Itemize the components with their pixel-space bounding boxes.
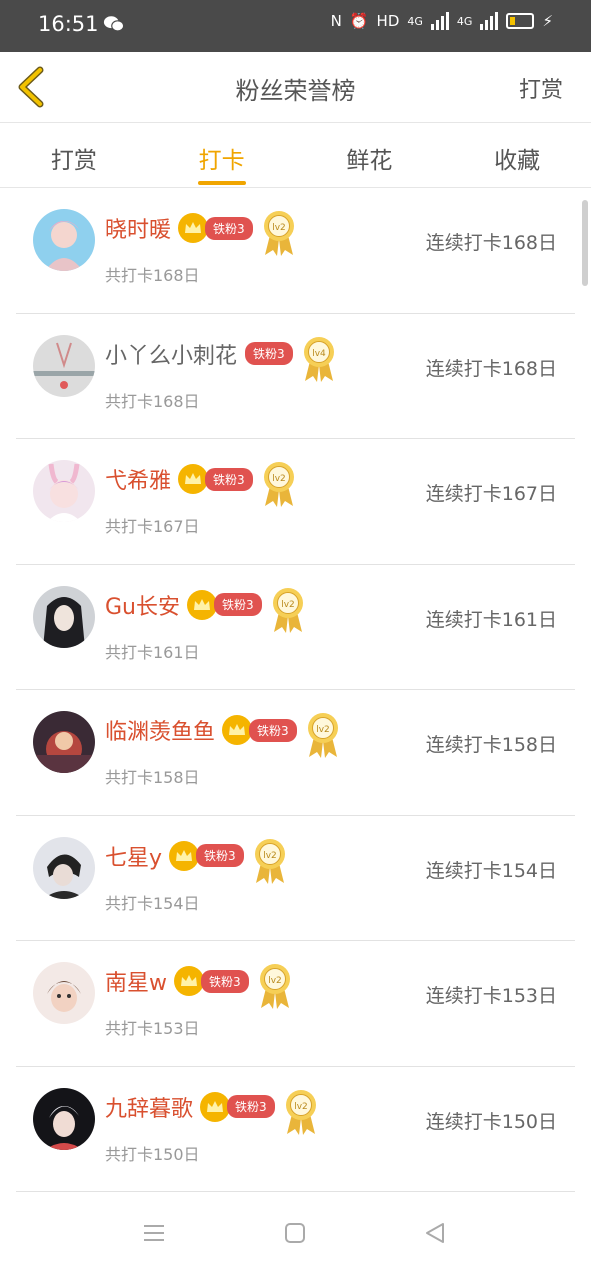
network-label-1: 4G xyxy=(407,14,423,28)
level-medal-icon: lv2 xyxy=(254,838,285,884)
level-medal-icon: lv2 xyxy=(307,713,338,758)
user-name[interactable]: 弋希雅 xyxy=(105,463,171,495)
status-bar: 16:51 N ⏰ HD 4G 4G ⚡ xyxy=(0,0,591,52)
tab-checkin[interactable]: 打卡 xyxy=(148,123,296,187)
level-medal-icon: lv2 xyxy=(259,964,290,1009)
avatar[interactable] xyxy=(33,962,95,1024)
total-checkins: 共打卡168日 xyxy=(105,266,200,285)
medal-level-text: lv4 xyxy=(312,349,326,359)
fan-level-badge: 铁粉3 xyxy=(214,593,262,616)
user-name[interactable]: 七星y xyxy=(105,840,162,872)
level-medal-icon: lv2 xyxy=(263,211,294,256)
name-line: 弋希雅 铁粉3 lv2 xyxy=(105,461,297,507)
name-line: 晓时暖 铁粉3 lv2 xyxy=(105,210,297,256)
list-item[interactable]: 七星y 铁粉3 lv2 共打卡154日 连续打卡154日 xyxy=(16,816,575,941)
streak-checkins: 连续打卡158日 xyxy=(425,734,557,756)
total-checkins: 共打卡167日 xyxy=(105,517,200,536)
avatar[interactable] xyxy=(33,836,95,899)
name-line: 南星w 铁粉3 lv2 xyxy=(105,963,293,1009)
system-nav-bar xyxy=(0,1190,591,1280)
list-item[interactable]: 小丫么小刺花 铁粉3 lv4 共打卡168日 连续打卡168日 xyxy=(16,314,575,439)
avatar[interactable] xyxy=(33,585,95,648)
menu-icon[interactable] xyxy=(143,1222,165,1244)
medal-level-text: lv2 xyxy=(272,223,286,233)
name-line: Gu长安 铁粉3 lv2 xyxy=(105,587,306,633)
total-checkins: 共打卡168日 xyxy=(105,391,200,411)
wechat-icon xyxy=(103,16,125,32)
user-name[interactable]: 临渊羡鱼鱼 xyxy=(105,714,215,746)
name-line: 临渊羡鱼鱼 铁粉3 lv2 xyxy=(105,712,341,758)
signal-icon-2 xyxy=(480,12,499,30)
tab-reward[interactable]: 打赏 xyxy=(0,123,148,187)
fan-level-badge: 铁粉3 xyxy=(249,718,297,742)
total-checkins: 共打卡153日 xyxy=(105,1019,200,1038)
fan-level-badge: 铁粉3 xyxy=(205,216,253,240)
level-medal-icon: lv2 xyxy=(285,1089,316,1135)
page-title: 粉丝荣誉榜 xyxy=(235,77,356,105)
hd-label: HD xyxy=(376,12,400,30)
total-checkins: 共打卡158日 xyxy=(105,768,200,787)
user-name[interactable]: 南星w xyxy=(105,965,167,997)
list-item[interactable]: 弋希雅 铁粉3 lv2 共打卡167日 连续打卡167日 xyxy=(16,439,575,565)
name-line: 九辞暮歌 铁粉3 lv2 xyxy=(105,1089,319,1135)
status-time: 16:51 xyxy=(38,12,99,36)
signal-icon xyxy=(430,12,449,30)
medal-level-text: lv2 xyxy=(263,851,277,861)
streak-checkins: 连续打卡150日 xyxy=(425,1110,557,1133)
medal-level-text: lv2 xyxy=(294,1102,308,1112)
level-medal-icon: lv4 xyxy=(303,336,334,382)
list-item[interactable]: 九辞暮歌 铁粉3 lv2 共打卡150日 连续打卡150日 xyxy=(16,1067,575,1192)
streak-checkins: 连续打卡153日 xyxy=(425,985,557,1007)
medal-level-text: lv2 xyxy=(272,474,286,484)
medal-level-text: lv2 xyxy=(281,600,295,610)
tab-flowers[interactable]: 鲜花 xyxy=(296,123,444,187)
level-medal-icon: lv2 xyxy=(272,587,303,633)
user-name[interactable]: 晓时暖 xyxy=(105,212,171,244)
charging-icon: ⚡ xyxy=(542,12,553,30)
total-checkins: 共打卡161日 xyxy=(105,642,200,662)
avatar[interactable] xyxy=(33,711,95,773)
medal-level-text: lv2 xyxy=(268,976,282,986)
fan-level-badge: 铁粉3 xyxy=(196,844,244,867)
reward-button[interactable]: 打赏 xyxy=(519,72,563,104)
ranking-list: 晓时暖 铁粉3 lv2 共打卡168日 连续打卡168日 小丫么小刺花 铁粉3 … xyxy=(0,188,591,1192)
avatar[interactable] xyxy=(33,209,95,271)
app-header: 粉丝荣誉榜 打赏 xyxy=(0,52,591,123)
list-item[interactable]: 晓时暖 铁粉3 lv2 共打卡168日 连续打卡168日 xyxy=(16,188,575,314)
home-icon[interactable] xyxy=(284,1222,306,1244)
tab-favorites[interactable]: 收藏 xyxy=(443,123,591,187)
status-icons: N ⏰ HD 4G 4G ⚡ xyxy=(331,12,553,30)
streak-checkins: 连续打卡167日 xyxy=(425,483,557,505)
list-item[interactable]: 南星w 铁粉3 lv2 共打卡153日 连续打卡153日 xyxy=(16,941,575,1067)
name-line: 小丫么小刺花 铁粉3 lv4 xyxy=(105,336,337,382)
list-item[interactable]: Gu长安 铁粉3 lv2 共打卡161日 连续打卡161日 xyxy=(16,565,575,690)
total-checkins: 共打卡150日 xyxy=(105,1144,200,1164)
battery-icon xyxy=(506,13,535,29)
network-label-2: 4G xyxy=(456,14,473,28)
avatar[interactable] xyxy=(33,1087,95,1150)
streak-checkins: 连续打卡168日 xyxy=(425,357,557,380)
streak-checkins: 连续打卡168日 xyxy=(425,232,557,254)
fan-level-badge: 铁粉3 xyxy=(201,969,249,993)
fan-level-badge: 铁粉3 xyxy=(245,342,293,365)
avatar[interactable] xyxy=(33,334,95,397)
user-name[interactable]: Gu长安 xyxy=(105,589,180,621)
name-line: 七星y 铁粉3 lv2 xyxy=(105,838,288,884)
medal-level-text: lv2 xyxy=(316,725,330,735)
streak-checkins: 连续打卡154日 xyxy=(425,859,557,882)
fan-level-badge: 铁粉3 xyxy=(205,467,253,491)
nfc-icon: N xyxy=(330,12,342,30)
level-medal-icon: lv2 xyxy=(263,462,294,507)
alarm-icon: ⏰ xyxy=(349,12,369,30)
user-name[interactable]: 九辞暮歌 xyxy=(105,1091,193,1123)
scrollbar[interactable] xyxy=(582,200,588,286)
tab-bar: 打赏 打卡 鲜花 收藏 xyxy=(0,123,591,188)
avatar[interactable] xyxy=(33,460,95,522)
list-item[interactable]: 临渊羡鱼鱼 铁粉3 lv2 共打卡158日 连续打卡158日 xyxy=(16,690,575,816)
back-triangle-icon[interactable] xyxy=(424,1222,446,1244)
fan-level-badge: 铁粉3 xyxy=(227,1095,275,1118)
total-checkins: 共打卡154日 xyxy=(105,893,200,913)
user-name[interactable]: 小丫么小刺花 xyxy=(105,338,237,370)
streak-checkins: 连续打卡161日 xyxy=(425,608,557,631)
